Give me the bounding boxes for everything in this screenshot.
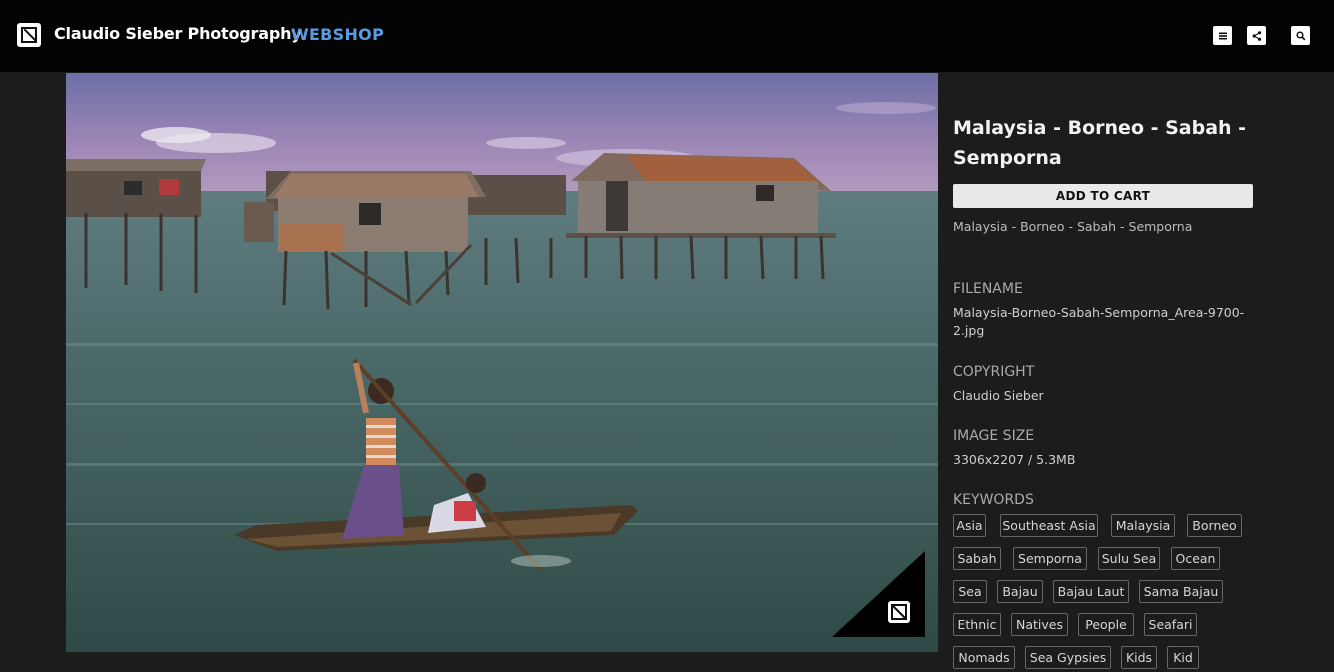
keywords-label: KEYWORDS bbox=[953, 492, 1034, 508]
keyword-chip[interactable]: Bajau Laut bbox=[1053, 580, 1129, 603]
top-bar: Claudio Sieber Photography WEBSHOP bbox=[0, 0, 1334, 72]
main-photo[interactable] bbox=[66, 73, 938, 652]
keyword-chip[interactable]: Bajau bbox=[997, 580, 1043, 603]
image-size-label: IMAGE SIZE bbox=[953, 428, 1035, 444]
keyword-chip[interactable]: Ethnic bbox=[953, 613, 1001, 636]
image-size-value: 3306x2207 / 5.3MB bbox=[953, 452, 1076, 467]
keyword-chip[interactable]: Borneo bbox=[1187, 514, 1242, 537]
menu-icon bbox=[1218, 32, 1227, 39]
keyword-chip[interactable]: Southeast Asia bbox=[1000, 514, 1098, 537]
photo-title: Malaysia - Borneo - Sabah - Semporna bbox=[953, 117, 1247, 169]
keyword-chip[interactable]: Sabah bbox=[953, 547, 1001, 570]
add-to-cart-button[interactable]: ADD TO CART bbox=[953, 184, 1253, 208]
keyword-chip[interactable]: Seafari bbox=[1144, 613, 1197, 636]
menu-button[interactable] bbox=[1213, 26, 1232, 45]
photo-image bbox=[66, 73, 938, 652]
keyword-chip[interactable]: Asia bbox=[953, 514, 986, 537]
copyright-label: COPYRIGHT bbox=[953, 364, 1035, 380]
search-button[interactable] bbox=[1291, 26, 1310, 45]
keyword-chip[interactable]: Nomads bbox=[953, 646, 1015, 669]
keyword-chip[interactable]: Kid bbox=[1167, 646, 1199, 669]
keyword-chip[interactable]: Sea bbox=[953, 580, 987, 603]
keyword-chip[interactable]: Ocean bbox=[1171, 547, 1220, 570]
keyword-chip[interactable]: Natives bbox=[1011, 613, 1068, 636]
filename-value: Malaysia-Borneo-Sabah-Semporna_Area-9700… bbox=[953, 305, 1245, 338]
keyword-chip[interactable]: Kids bbox=[1121, 646, 1157, 669]
keyword-chip[interactable]: Malaysia bbox=[1111, 514, 1175, 537]
share-icon bbox=[1252, 30, 1261, 41]
photo-description: Malaysia - Borneo - Sabah - Semporna bbox=[953, 219, 1193, 234]
share-button[interactable] bbox=[1247, 26, 1266, 45]
keyword-chip[interactable]: Sulu Sea bbox=[1098, 547, 1160, 570]
keyword-chip[interactable]: Semporna bbox=[1013, 547, 1087, 570]
filename-label: FILENAME bbox=[953, 281, 1023, 297]
webshop-link[interactable]: WEBSHOP bbox=[291, 25, 384, 44]
search-icon bbox=[1295, 30, 1305, 40]
logo-icon[interactable] bbox=[17, 23, 41, 47]
site-title[interactable]: Claudio Sieber Photography bbox=[54, 24, 302, 43]
fullscreen-icon[interactable] bbox=[832, 551, 925, 637]
copyright-value: Claudio Sieber bbox=[953, 388, 1044, 403]
keyword-chip[interactable]: People bbox=[1078, 613, 1134, 636]
keyword-chip[interactable]: Sama Bajau bbox=[1139, 580, 1223, 603]
keyword-chip[interactable]: Sea Gypsies bbox=[1025, 646, 1111, 669]
